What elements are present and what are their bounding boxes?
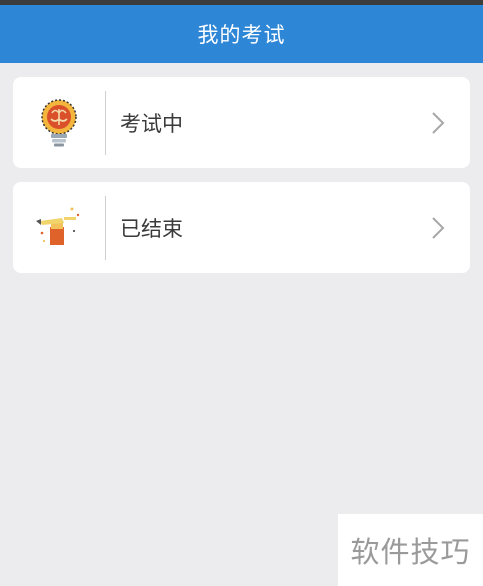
item-label: 考试中 <box>120 111 183 136</box>
app-header: 我的考试 <box>0 5 483 63</box>
item-label: 已结束 <box>120 216 183 241</box>
chevron-right-icon <box>424 208 452 248</box>
watermark-text: 软件技巧 <box>350 535 471 569</box>
item-divider <box>105 90 106 155</box>
chevron-right-icon <box>424 103 452 143</box>
page-title: 我的考试 <box>197 23 286 47</box>
list-item-in-progress[interactable]: 考试中 <box>13 77 470 168</box>
item-divider <box>105 195 106 260</box>
pencil-sparkle-icon <box>13 182 105 273</box>
list-item-finished[interactable]: 已结束 <box>13 182 470 273</box>
lightbulb-brain-icon <box>13 77 105 168</box>
watermark: 软件技巧 <box>338 514 483 586</box>
